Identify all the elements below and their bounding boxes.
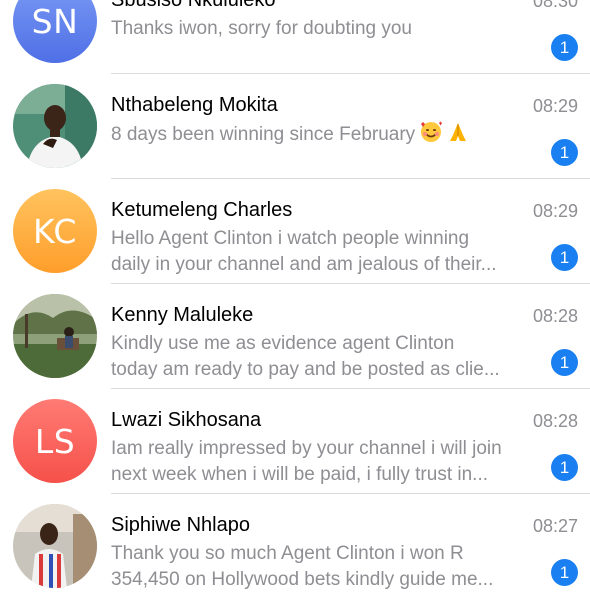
chat-name: Kenny Maluleke: [111, 304, 254, 326]
avatar-initials: SN: [31, 1, 79, 41]
avatar-photo: [13, 294, 97, 378]
chat-name: Ketumeleng Charles: [111, 199, 293, 221]
preview-line: Hello Agent Clinton i watch people winni…: [111, 228, 470, 249]
preview-line: Thanks iwon, sorry for doubting you: [111, 18, 412, 39]
unread-badge: 1: [551, 559, 578, 586]
chat-time: 08:29: [532, 96, 578, 116]
chat-preview: Hello Agent Clinton i watch people winni…: [111, 226, 541, 278]
avatar: KC: [13, 189, 97, 273]
chat-preview: Thank you so much Agent Clinton i won R …: [111, 541, 541, 593]
chat-name: Lwazi Sikhosana: [111, 409, 262, 431]
preview-line: daily in your channel and am jealous of …: [111, 254, 497, 275]
chat-row[interactable]: LS Lwazi Sikhosana 08:28 Iam really impr…: [0, 389, 590, 494]
chat-preview: Kindly use me as evidence agent Clinton …: [111, 331, 541, 383]
chat-row[interactable]: SN Sbusiso Nkululeko 08:30 Thanks iwon, …: [0, 0, 590, 74]
unread-badge: 1: [551, 244, 578, 271]
chat-time: 08:30: [532, 0, 578, 11]
preview-line: 8 days been winning since February: [111, 121, 541, 151]
avatar: [13, 294, 97, 378]
unread-badge: 1: [551, 454, 578, 481]
unread-badge: 1: [551, 139, 578, 166]
avatar: SN: [13, 0, 97, 63]
avatar: LS: [13, 399, 97, 483]
chat-time: 08:29: [532, 201, 578, 221]
chat-row[interactable]: Siphiwe Nhlapo 08:27 Thank you so much A…: [0, 494, 590, 599]
avatar: [13, 84, 97, 168]
unread-badge: 1: [551, 34, 578, 61]
chat-time: 08:27: [532, 516, 578, 536]
chat-name: Nthabeleng Mokita: [111, 94, 278, 116]
preview-line: Iam really impressed by your channel i w…: [111, 438, 502, 459]
preview-line: Thank you so much Agent Clinton i won R: [111, 543, 464, 564]
chat-row[interactable]: Kenny Maluleke 08:28 Kindly use me as ev…: [0, 284, 590, 389]
chat-name: Sbusiso Nkululeko: [111, 0, 276, 11]
preview-line: Kindly use me as evidence agent Clinton: [111, 333, 455, 354]
folded-hands-icon: [447, 121, 469, 151]
avatar-photo: [13, 84, 97, 168]
chat-preview: Iam really impressed by your channel i w…: [111, 436, 541, 488]
preview-line: 354,450 on Hollywood bets kindly guide m…: [111, 569, 494, 590]
chat-time: 08:28: [532, 411, 578, 431]
chat-preview: Thanks iwon, sorry for doubting you: [111, 16, 541, 42]
smiling-face-with-hearts-icon: [419, 121, 443, 151]
chat-row[interactable]: Nthabeleng Mokita 08:29 8 days been winn…: [0, 74, 590, 179]
preview-text: 8 days been winning since February: [111, 124, 416, 145]
chat-row[interactable]: KC Ketumeleng Charles 08:29 Hello Agent …: [0, 179, 590, 284]
preview-line: today am ready to pay and be posted as c…: [111, 359, 500, 380]
chat-preview: 8 days been winning since February: [111, 121, 541, 151]
unread-badge: 1: [551, 349, 578, 376]
avatar-initials: LS: [34, 421, 76, 461]
chat-list: SN Sbusiso Nkululeko 08:30 Thanks iwon, …: [0, 0, 590, 599]
avatar-initials: KC: [33, 211, 77, 251]
chat-name: Siphiwe Nhlapo: [111, 514, 250, 536]
preview-line: next week when i will be paid, i fully t…: [111, 464, 489, 485]
avatar-photo: [13, 504, 97, 588]
avatar: [13, 504, 97, 588]
chat-time: 08:28: [532, 306, 578, 326]
